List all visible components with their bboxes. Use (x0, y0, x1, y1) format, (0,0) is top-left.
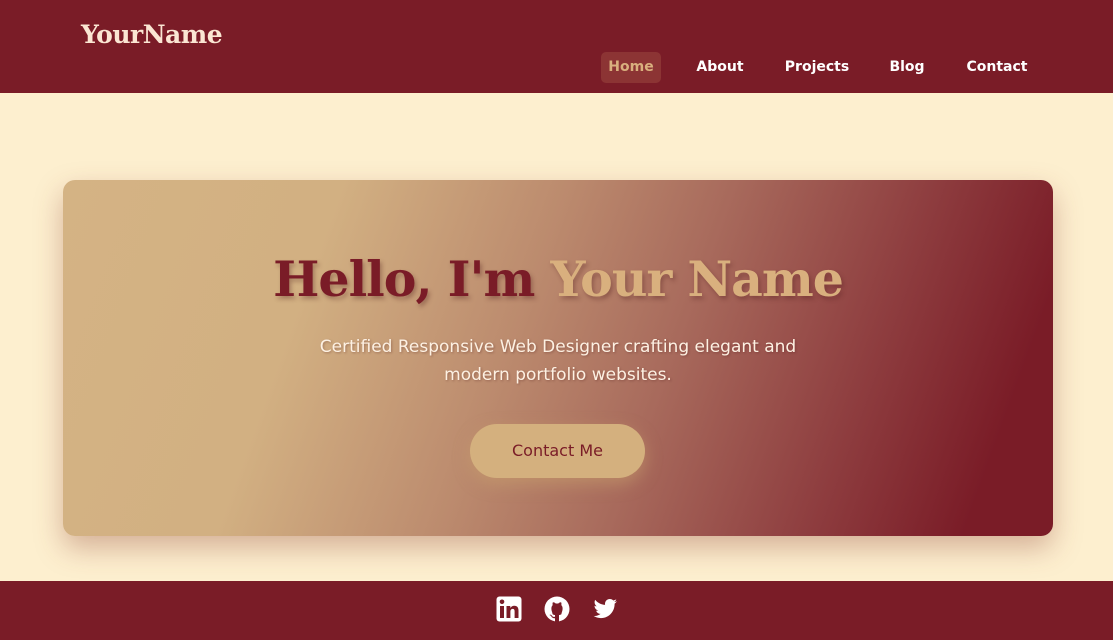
hero-subtitle: Certified Responsive Web Designer crafti… (319, 337, 797, 385)
site-footer (0, 581, 1113, 640)
main-nav: Home About Projects Blog Contact (0, 52, 1113, 83)
hero-greeting: Hello, I'm (273, 250, 535, 308)
nav-home[interactable]: Home (601, 52, 661, 83)
nav-about[interactable]: About (690, 52, 750, 83)
linkedin-icon[interactable] (496, 596, 522, 622)
hero-name: Your Name (550, 250, 843, 308)
hero-title: Hello, I'm Your Name (63, 250, 1053, 308)
twitter-icon[interactable] (592, 596, 618, 622)
nav-contact[interactable]: Contact (963, 52, 1031, 83)
hero-card: Hello, I'm Your Name Certified Responsiv… (63, 180, 1053, 536)
contact-me-button[interactable]: Contact Me (470, 424, 645, 478)
site-brand[interactable]: YourName (81, 20, 223, 49)
github-icon[interactable] (544, 596, 570, 622)
nav-projects[interactable]: Projects (782, 52, 852, 83)
site-header: YourName Home About Projects Blog Contac… (0, 0, 1113, 93)
nav-blog[interactable]: Blog (882, 52, 932, 83)
